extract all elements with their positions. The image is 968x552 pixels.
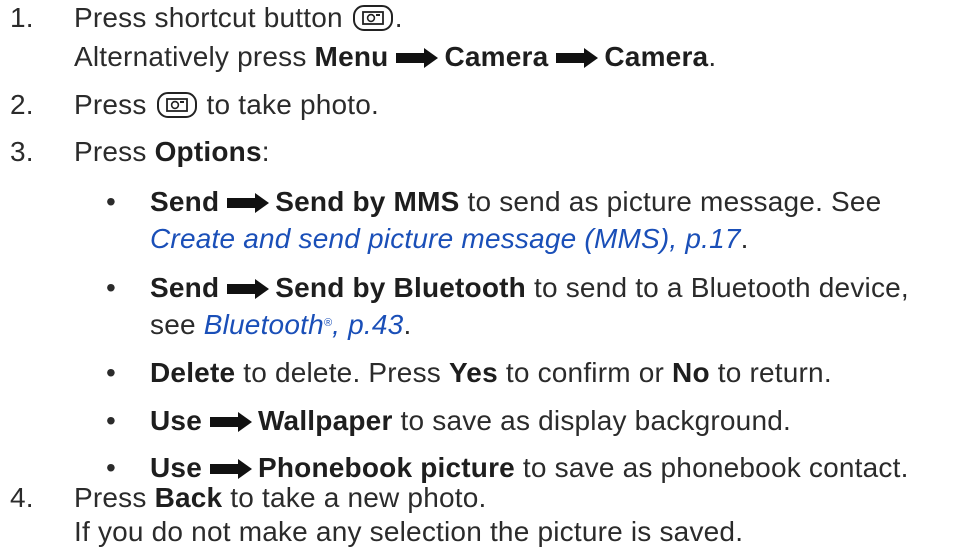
camera-key-icon: [156, 92, 197, 118]
back-label: Back: [154, 482, 223, 513]
step-text: Press Back to take a new photo.: [74, 482, 487, 513]
bullet: •: [106, 186, 117, 217]
right-arrow-icon: [209, 412, 252, 432]
step-text: Press shortcut button .: [74, 2, 403, 33]
bullet: •: [106, 357, 117, 388]
option-text: Delete to delete. Press Yes to confirm o…: [150, 357, 832, 388]
camera-label: Camera: [604, 41, 709, 72]
bullet: •: [106, 272, 117, 303]
camera-key-icon: [352, 5, 393, 31]
step-number: 4.: [10, 482, 34, 513]
right-arrow-icon: [227, 193, 270, 213]
right-arrow-icon: [227, 279, 270, 299]
option-text: Send Send by MMS to send as picture messa…: [150, 186, 882, 217]
options-label: Options: [154, 136, 262, 167]
option-text: Send Send by Bluetooth to send to a Bluet…: [150, 272, 909, 303]
menu-label: Menu: [314, 41, 389, 72]
right-arrow-icon: [209, 459, 252, 479]
mms-reference-link[interactable]: Create and send picture message (MMS), p…: [150, 223, 741, 254]
option-text: see Bluetooth®, p.43.: [150, 309, 412, 340]
bullet: •: [106, 405, 117, 436]
right-arrow-icon: [396, 48, 439, 68]
step-text: Press Options:: [74, 136, 270, 167]
step-text: If you do not make any selection the pic…: [74, 516, 744, 547]
camera-label: Camera: [444, 41, 549, 72]
step-number: 3.: [10, 136, 34, 167]
right-arrow-icon: [556, 48, 599, 68]
bluetooth-reference-link[interactable]: Bluetooth®, p.43: [204, 309, 404, 340]
step-number: 1.: [10, 2, 34, 33]
option-text: Create and send picture message (MMS), p…: [150, 223, 749, 254]
step-text: Press to take photo.: [74, 89, 380, 120]
option-text: Use Phonebook picture to save as phoneboo…: [150, 452, 909, 483]
step-text: Alternatively press Menu Camera Camera.: [74, 41, 717, 72]
bullet: •: [106, 452, 117, 483]
step-number: 2.: [10, 89, 34, 120]
option-text: Use Wallpaper to save as display backgrou…: [150, 405, 791, 436]
